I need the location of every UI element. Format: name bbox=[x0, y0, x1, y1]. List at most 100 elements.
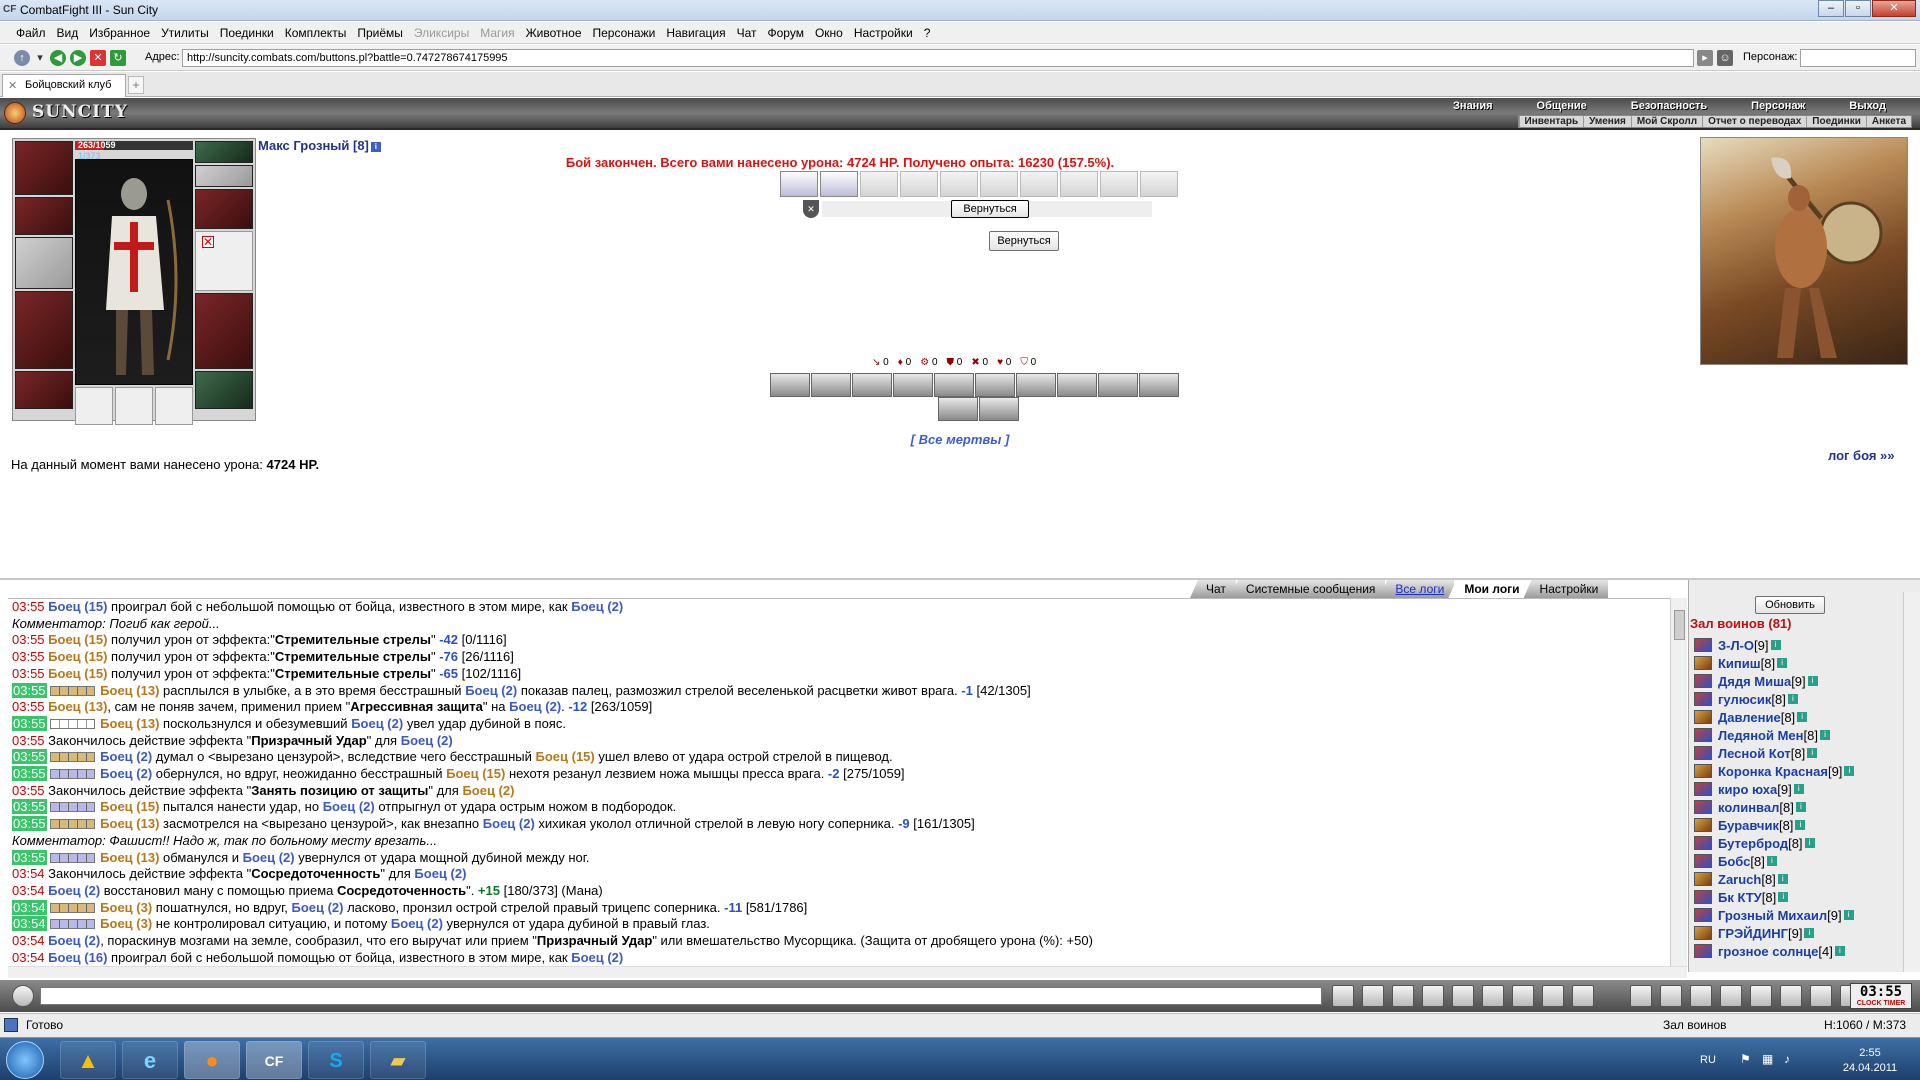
player-name[interactable]: Ледяной Мен bbox=[1718, 728, 1804, 743]
tab-fight-club[interactable]: ✕ Бойцовский клуб bbox=[2, 74, 126, 97]
language-indicator[interactable]: RU bbox=[1700, 1054, 1716, 1066]
spell-slot-2[interactable] bbox=[820, 171, 858, 197]
character-portrait[interactable] bbox=[75, 159, 193, 385]
spell-slot-7[interactable] bbox=[1020, 171, 1058, 197]
player-info-icon[interactable]: i bbox=[1795, 820, 1806, 830]
chat-input[interactable] bbox=[40, 987, 1322, 1005]
return-button-secondary[interactable]: Вернуться bbox=[989, 231, 1059, 251]
player-row[interactable]: Давление [8] i bbox=[1694, 708, 1808, 726]
player-name[interactable]: Давление bbox=[1718, 710, 1781, 725]
menu-item-11[interactable]: Навигация bbox=[666, 26, 725, 40]
player-info-icon[interactable]: i bbox=[1778, 892, 1789, 902]
menu-item-7[interactable]: Эликсиры bbox=[414, 26, 469, 40]
people-icon[interactable]: ☺ bbox=[1717, 50, 1733, 66]
player-name[interactable]: Кипиш bbox=[1718, 656, 1761, 671]
player-info-icon[interactable]: i bbox=[1807, 676, 1818, 686]
ie-icon[interactable]: e bbox=[122, 1041, 178, 1079]
character-icon[interactable] bbox=[1452, 985, 1474, 1007]
info-icon[interactable]: i bbox=[370, 142, 381, 152]
ability-2[interactable] bbox=[811, 373, 851, 397]
taskbar-clock[interactable]: 2:55 24.04.2011 bbox=[1830, 1046, 1910, 1076]
player-row[interactable]: Кипиш [8] i bbox=[1694, 654, 1788, 672]
player-row[interactable]: Бк КТУ [8] i bbox=[1694, 888, 1789, 906]
top-nav-item-2[interactable]: Безопасность bbox=[1609, 100, 1729, 112]
menu-item-15[interactable]: Настройки bbox=[854, 26, 913, 40]
music-icon[interactable] bbox=[1512, 985, 1534, 1007]
player-info-icon[interactable]: i bbox=[1766, 856, 1777, 866]
gear-icon[interactable] bbox=[1720, 985, 1742, 1007]
player-row[interactable]: Бобс [8] i bbox=[1694, 852, 1777, 870]
target-icon[interactable] bbox=[1780, 985, 1802, 1007]
player-info-icon[interactable]: i bbox=[1793, 784, 1804, 794]
stop-icon[interactable]: ✕ bbox=[90, 50, 106, 66]
player-name[interactable]: Коронка Красная bbox=[1718, 764, 1828, 779]
ability-10[interactable] bbox=[1139, 373, 1179, 397]
player-row[interactable]: Коронка Красная [9] i bbox=[1694, 762, 1855, 780]
chat-divider[interactable] bbox=[0, 578, 1920, 580]
shield-icon[interactable] bbox=[1750, 985, 1772, 1007]
new-tab-button[interactable]: + bbox=[128, 76, 144, 94]
chat-scrollbar-thumb[interactable] bbox=[1674, 610, 1685, 640]
smile-icon[interactable] bbox=[12, 985, 34, 1007]
sub-nav-item-5[interactable]: Анкета bbox=[1865, 116, 1911, 127]
remove-icon[interactable]: ✕ bbox=[202, 236, 214, 248]
sub-nav-item-3[interactable]: Отчет о переводах bbox=[1702, 116, 1806, 127]
spell-slot-5[interactable] bbox=[940, 171, 978, 197]
player-row[interactable]: Буравчик [8] i bbox=[1694, 816, 1806, 834]
player-info-icon[interactable]: i bbox=[1844, 766, 1855, 776]
volume-icon[interactable]: ♪ bbox=[1784, 1052, 1790, 1066]
ability-3[interactable] bbox=[852, 373, 892, 397]
spell-slot-4[interactable] bbox=[900, 171, 938, 197]
gloves-slot[interactable] bbox=[195, 189, 253, 229]
pants-slot[interactable] bbox=[195, 293, 253, 369]
close-button[interactable]: ✕ bbox=[1872, 0, 1916, 17]
spell-slot-9[interactable] bbox=[1100, 171, 1138, 197]
sub-nav-item-2[interactable]: Мой Скролл bbox=[1630, 116, 1702, 127]
spell-slot-6[interactable] bbox=[980, 171, 1018, 197]
armor-slot[interactable] bbox=[15, 291, 73, 369]
player-name[interactable]: З-Л-О bbox=[1718, 638, 1754, 653]
menu-item-13[interactable]: Форум bbox=[768, 26, 804, 40]
player-row[interactable]: ГРЭЙДИНГ [9] i bbox=[1694, 924, 1815, 942]
boots-slot[interactable] bbox=[195, 371, 253, 409]
translit-icon[interactable] bbox=[1482, 985, 1504, 1007]
player-row[interactable]: грозное солнце [4] i bbox=[1694, 942, 1845, 960]
bell-icon[interactable] bbox=[1810, 985, 1832, 1007]
bracers-slot[interactable] bbox=[15, 197, 73, 235]
back-icon[interactable]: ◀ bbox=[50, 50, 66, 66]
player-row[interactable]: Бутерброд [8] i bbox=[1694, 834, 1815, 852]
player-name[interactable]: киро юха bbox=[1718, 782, 1777, 797]
player-name[interactable]: Лесной Кот bbox=[1718, 746, 1791, 761]
ability-9[interactable] bbox=[1098, 373, 1138, 397]
chat-tab-1[interactable]: Системные сообщения bbox=[1229, 580, 1386, 598]
menu-item-14[interactable]: Окно bbox=[815, 26, 843, 40]
pocket-slot-2[interactable] bbox=[115, 387, 153, 425]
player-row[interactable]: Дядя Миша [9] i bbox=[1694, 672, 1818, 690]
player-info-icon[interactable]: i bbox=[1787, 694, 1798, 704]
combats-app-icon[interactable]: CF bbox=[246, 1041, 302, 1079]
emoji-icon[interactable] bbox=[1542, 985, 1564, 1007]
lock-icon[interactable] bbox=[1630, 985, 1652, 1007]
menu-item-5[interactable]: Комплекты bbox=[285, 26, 347, 40]
ability-4[interactable] bbox=[893, 373, 933, 397]
player-name[interactable]: Грозный Михаил bbox=[1718, 908, 1827, 923]
player-row[interactable]: Лесной Кот [8] i bbox=[1694, 744, 1818, 762]
close-icon[interactable]: ✕ bbox=[8, 79, 17, 92]
clock-timer[interactable]: 03:55 CLOCK TIMER bbox=[1850, 983, 1912, 1009]
menu-item-10[interactable]: Персонажи bbox=[593, 26, 656, 40]
chevron-down-icon[interactable]: ▾ bbox=[32, 50, 48, 66]
player-row[interactable]: Грозный Михаил [9] i bbox=[1694, 906, 1854, 924]
weapon-slot[interactable] bbox=[15, 237, 73, 289]
top-nav-item-1[interactable]: Общение bbox=[1515, 100, 1609, 112]
top-nav-item-0[interactable]: Знания bbox=[1431, 100, 1514, 112]
ability-7[interactable] bbox=[1016, 373, 1056, 397]
spell-slot-3[interactable] bbox=[860, 171, 898, 197]
player-name[interactable]: Буравчик bbox=[1718, 818, 1779, 833]
network-icon[interactable]: ▦ bbox=[1762, 1052, 1773, 1066]
belt-slot[interactable] bbox=[15, 371, 73, 409]
player-row[interactable]: Ледяной Мен [8] i bbox=[1694, 726, 1830, 744]
minimize-button[interactable]: ‒ bbox=[1818, 0, 1844, 17]
menu-item-9[interactable]: Животное bbox=[526, 26, 582, 40]
player-row[interactable]: З-Л-О [9] i bbox=[1694, 636, 1781, 654]
chat-tab-2[interactable]: Все логи bbox=[1379, 580, 1455, 598]
